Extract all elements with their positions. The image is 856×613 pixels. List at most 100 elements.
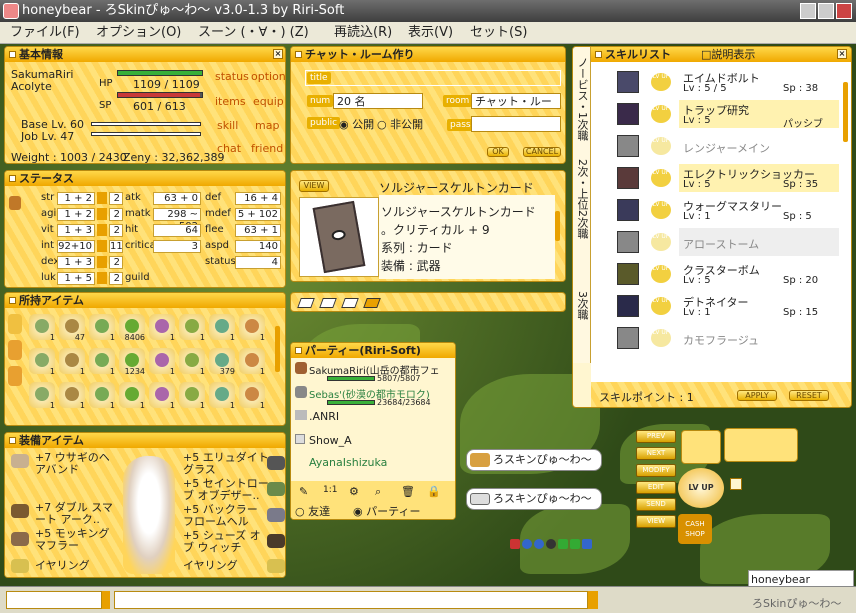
side-button-modify[interactable]: MODIFY <box>636 464 676 477</box>
equip-slot-accessory[interactable]: イヤリング <box>35 560 90 572</box>
skill-lvup-button[interactable]: LV UP <box>651 265 671 283</box>
inventory-slot[interactable]: 1 <box>89 314 115 342</box>
equip-slot-accessory-2[interactable]: イヤリング <box>183 560 238 572</box>
skill-row[interactable]: LV UP エイムドボルト Lv : 5 / 5 Sp : 38 <box>591 66 839 98</box>
chat-input[interactable] <box>114 591 588 609</box>
inventory-slot[interactable]: 1 <box>179 382 205 410</box>
inventory-slot[interactable]: 1 <box>149 348 175 376</box>
reset-button[interactable]: RESET <box>789 390 829 401</box>
skill-lvup-button[interactable]: LV UP <box>651 329 671 347</box>
edit-icon[interactable]: ✎ <box>299 485 308 498</box>
inventory-slot[interactable]: 1 <box>149 382 175 410</box>
inventory-slot[interactable]: 1 <box>239 314 265 342</box>
skill-lvup-button[interactable]: LV UP <box>651 201 671 219</box>
skill-tab-third[interactable]: 3次職 <box>575 291 589 320</box>
skill-row[interactable]: LV UP デトネイター Lv : 1 Sp : 15 <box>591 290 839 322</box>
tab-icon[interactable] <box>341 298 359 308</box>
status-header[interactable]: ステータス <box>5 171 285 186</box>
maximize-button[interactable] <box>818 3 834 19</box>
cancel-button[interactable]: CANCEL <box>523 147 561 157</box>
equip-slot-garment[interactable]: +5 モッキング マフラー <box>35 528 119 552</box>
skill-row[interactable]: LV UP レンジャーメイン <box>591 130 839 162</box>
map-button[interactable]: map <box>255 119 279 132</box>
stat-up-button[interactable] <box>97 208 107 220</box>
party-member-name[interactable]: Show_A <box>309 434 352 447</box>
lock-icon[interactable]: 🔒 <box>427 485 441 498</box>
inventory-slot[interactable]: 1 <box>59 348 85 376</box>
dropdown-arrow-icon[interactable] <box>102 591 110 609</box>
skill-row[interactable]: LV UP アローストーム <box>591 226 839 258</box>
close-icon[interactable]: × <box>273 49 283 59</box>
chatroom-header[interactable]: チャット・ルーム作り <box>291 47 565 62</box>
close-button[interactable] <box>836 3 852 19</box>
inventory-slot[interactable]: 1 <box>239 348 265 376</box>
party-member-name[interactable]: AyanaIshizuka <box>309 456 387 469</box>
num-select[interactable]: 20 名 <box>333 93 423 109</box>
skill-lvup-button[interactable]: LV UP <box>651 73 671 91</box>
inventory-slot[interactable]: 1 <box>29 314 55 342</box>
cashshop-button[interactable]: CASH SHOP <box>678 514 712 544</box>
scrollbar[interactable] <box>275 326 280 372</box>
inventory-slot[interactable]: 1 <box>179 314 205 342</box>
inventory-slot[interactable]: 379 <box>209 348 235 376</box>
tab-item-icon[interactable] <box>8 314 22 334</box>
inventory-slot[interactable]: 1 <box>239 382 265 410</box>
skill-lvup-button[interactable]: LV UP <box>651 297 671 315</box>
skill-button[interactable]: skill <box>217 119 238 132</box>
side-button-view[interactable]: VIEW <box>636 515 676 528</box>
tab-icon[interactable] <box>297 298 315 308</box>
tab-friend[interactable]: ○ 友達 <box>295 503 330 519</box>
inventory-slot[interactable]: 47 <box>59 314 85 342</box>
skill-lvup-button[interactable]: LV UP <box>651 137 671 155</box>
menu-soon[interactable]: スーン (・∀・) (Z) <box>198 22 309 44</box>
side-button-edit[interactable]: EDIT <box>636 481 676 494</box>
items-button[interactable]: items <box>215 95 246 108</box>
stat-up-button[interactable] <box>97 272 107 284</box>
password-input[interactable] <box>471 116 561 132</box>
tab-icon[interactable] <box>363 298 381 308</box>
tab-party[interactable]: ◉ パーティー <box>353 503 420 519</box>
inventory-slot[interactable]: 1 <box>209 314 235 342</box>
skill-row[interactable]: LV UP トラップ研究 Lv : 5 パッシブ <box>591 98 839 130</box>
equip-slot-mid-head[interactable]: +5 エリュダイト グラス <box>183 452 269 476</box>
stat-up-button[interactable] <box>97 240 107 252</box>
skill-lvup-button[interactable]: LV UP <box>651 105 671 123</box>
search-icon[interactable]: ⌕ <box>375 485 381 499</box>
room-select[interactable]: チャット・ルー <box>471 93 561 109</box>
close-icon[interactable]: × <box>837 49 847 59</box>
skill-row[interactable]: LV UP クラスターボム Lv : 5 Sp : 20 <box>591 258 839 290</box>
friend-button[interactable]: friend <box>251 142 283 155</box>
minimize-button[interactable] <box>800 3 816 19</box>
skill-row[interactable]: LV UP ウォーグマスタリー Lv : 1 Sp : 5 <box>591 194 839 226</box>
inventory-slot[interactable]: 1 <box>89 348 115 376</box>
description-toggle[interactable]: □説明表示 <box>701 47 755 62</box>
scrollbar[interactable] <box>555 211 560 241</box>
inventory-slot[interactable]: 1 <box>29 348 55 376</box>
inventory-slot[interactable]: 1 <box>209 382 235 410</box>
chat-mode-button[interactable] <box>588 591 598 609</box>
side-button-send[interactable]: SEND <box>636 498 676 511</box>
inventory-slot[interactable]: 1 <box>179 348 205 376</box>
inventory-slot[interactable]: 1 <box>59 382 85 410</box>
one-to-one-icon[interactable]: 1:1 <box>323 485 337 495</box>
equip-slot-weapon[interactable]: +7 ダブル スマート アーク.. <box>35 502 119 526</box>
inventory-slot[interactable]: 1 <box>149 314 175 342</box>
menu-option[interactable]: オプション(O) <box>96 22 181 44</box>
inventory-header[interactable]: 所持アイテム <box>5 293 285 308</box>
menu-set[interactable]: セット(S) <box>470 22 527 44</box>
tab-etc-icon[interactable] <box>8 366 22 386</box>
stat-up-button[interactable] <box>97 224 107 236</box>
whisper-target-input[interactable] <box>6 591 102 609</box>
inventory-slot[interactable]: 8406 <box>119 314 145 342</box>
inventory-slot[interactable]: 1 <box>29 382 55 410</box>
view-button[interactable]: VIEW <box>299 180 329 192</box>
equip-button[interactable]: equip <box>253 95 284 108</box>
menu-view[interactable]: 表示(V) <box>408 22 453 44</box>
settings-icon[interactable]: ⚙ <box>349 485 359 498</box>
skill-lvup-button[interactable]: LV UP <box>651 233 671 251</box>
member-checkbox[interactable] <box>295 434 305 444</box>
skill-header[interactable]: スキルリスト □説明表示 × <box>591 47 851 62</box>
inventory-slot[interactable]: 1 <box>119 382 145 410</box>
menu-file[interactable]: ファイル(F) <box>10 22 80 44</box>
skill-tab-novice[interactable]: ノービス・1次職 <box>575 57 589 141</box>
